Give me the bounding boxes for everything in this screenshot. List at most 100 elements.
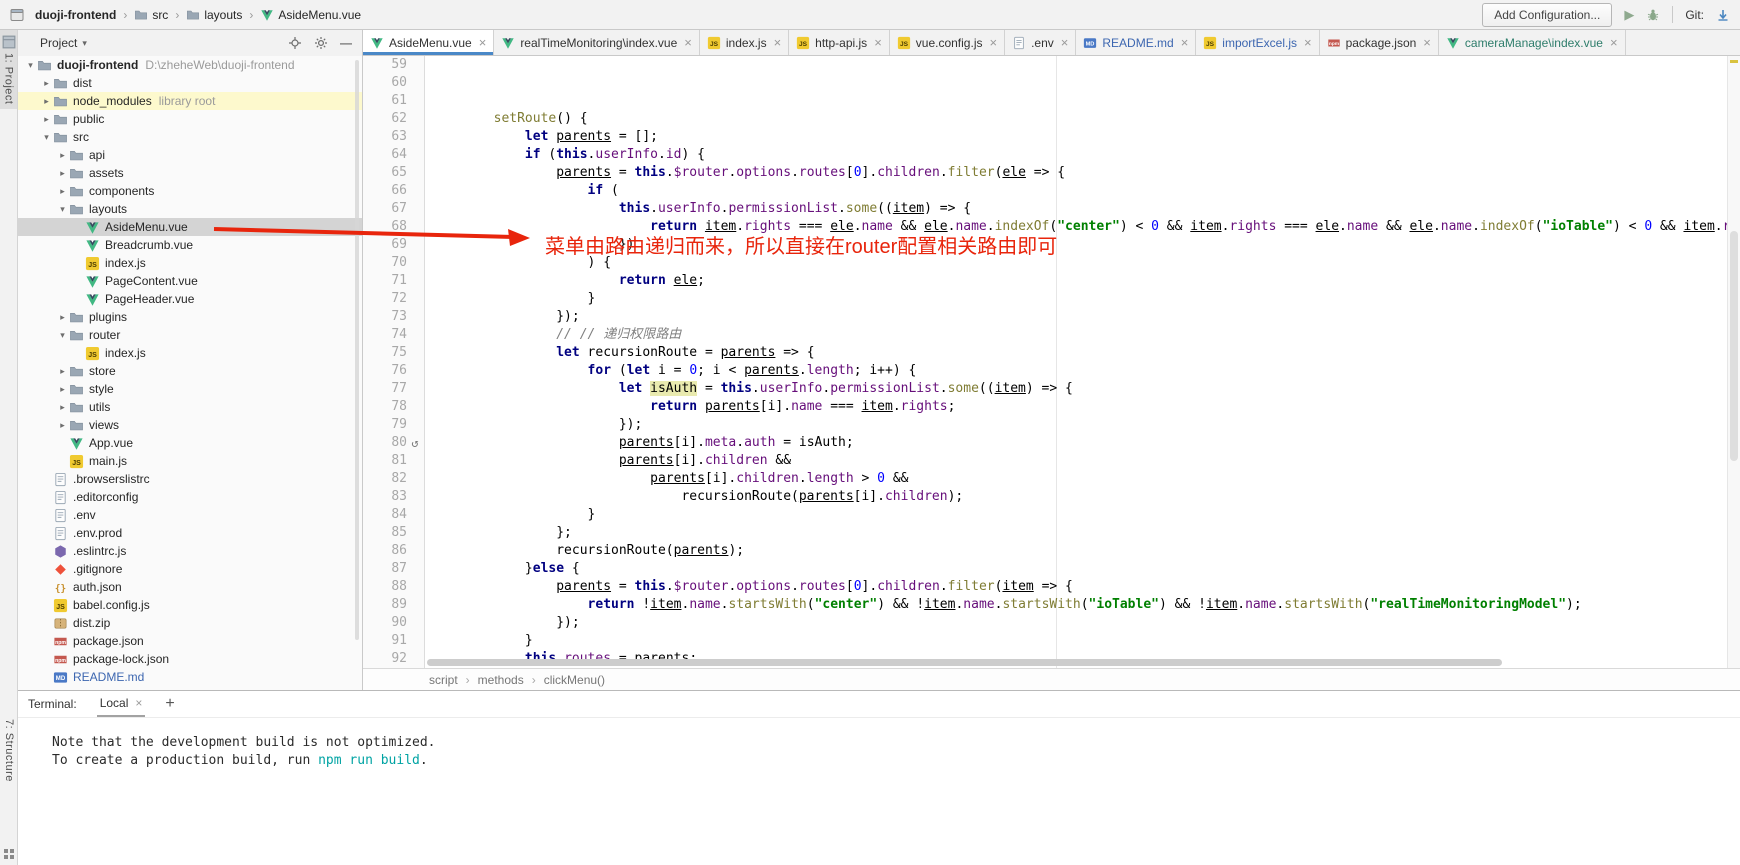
tree-item-node_modules[interactable]: ▸node_moduleslibrary root — [18, 92, 362, 110]
code-line[interactable]: }); — [431, 416, 1740, 434]
line-number[interactable]: 86 — [377, 542, 407, 560]
close-icon[interactable]: × — [1061, 35, 1069, 50]
tab-vue.config.js[interactable]: JSvue.config.js× — [890, 30, 1005, 55]
gutter-line[interactable]: 68 — [363, 218, 424, 236]
tab-realTimeMonitoring\index.vue[interactable]: realTimeMonitoring\index.vue× — [494, 30, 700, 55]
gutter-line[interactable]: 69 — [363, 236, 424, 254]
close-icon[interactable]: × — [1181, 35, 1189, 50]
chevron-collapsed-icon[interactable]: ▸ — [56, 420, 69, 431]
new-terminal-icon[interactable]: + — [165, 696, 174, 712]
code-line[interactable]: return parents[i].name === item.rights; — [431, 398, 1740, 416]
gutter-line[interactable]: 73 — [363, 308, 424, 326]
code-line[interactable]: if ( — [431, 182, 1740, 200]
close-icon[interactable]: × — [684, 35, 692, 50]
tree-item-.gitignore[interactable]: .gitignore — [18, 560, 362, 578]
horizontal-scrollbar[interactable] — [427, 659, 1502, 666]
tab-index.js[interactable]: JSindex.js× — [700, 30, 789, 55]
breadcrumb-item[interactable]: methods — [478, 673, 524, 687]
gutter-line[interactable]: 85 — [363, 524, 424, 542]
tree-item-PageContent.vue[interactable]: PageContent.vue — [18, 272, 362, 290]
code-line[interactable]: setRoute() { — [431, 110, 1740, 128]
line-number[interactable]: 70 — [377, 254, 407, 272]
gutter-line[interactable]: 83 — [363, 488, 424, 506]
code-line[interactable]: this.userInfo.permissionList.some((item)… — [431, 200, 1740, 218]
chevron-down-icon[interactable]: ▾ — [82, 38, 87, 49]
tree-item-.env[interactable]: .env — [18, 506, 362, 524]
tree-item-api[interactable]: ▸api — [18, 146, 362, 164]
tab-cameraManage\index.vue[interactable]: cameraManage\index.vue× — [1439, 30, 1626, 55]
chevron-collapsed-icon[interactable]: ▸ — [40, 78, 53, 89]
tab-AsideMenu.vue[interactable]: AsideMenu.vue× — [363, 30, 494, 55]
tree-item-package-lock.json[interactable]: npmpackage-lock.json — [18, 650, 362, 668]
tab-http-api.js[interactable]: JShttp-api.js× — [789, 30, 890, 55]
breadcrumb-item[interactable]: layouts — [183, 6, 245, 24]
tree-item-store[interactable]: ▸store — [18, 362, 362, 380]
tree-item-.eslintrc.js[interactable]: .eslintrc.js — [18, 542, 362, 560]
code-line[interactable]: let isAuth = this.userInfo.permissionLis… — [431, 380, 1740, 398]
tree-item-Breadcrumb.vue[interactable]: Breadcrumb.vue — [18, 236, 362, 254]
gutter[interactable]: 5960616263646566676869707172737475767778… — [363, 56, 425, 668]
code-line[interactable]: }else { — [431, 560, 1740, 578]
scrollbar-thumb[interactable] — [1730, 231, 1738, 461]
window-icon[interactable] — [10, 8, 24, 22]
gutter-line[interactable]: 62 — [363, 110, 424, 128]
line-number[interactable]: 71 — [377, 272, 407, 290]
close-icon[interactable]: × — [874, 35, 882, 50]
tree-item-index.js[interactable]: JSindex.js — [18, 254, 362, 272]
gutter-line[interactable]: 80↺ — [363, 434, 424, 452]
gutter-line[interactable]: 65 — [363, 164, 424, 182]
chevron-collapsed-icon[interactable]: ▸ — [40, 114, 53, 125]
line-number[interactable]: 87 — [377, 560, 407, 578]
gutter-line[interactable]: 77 — [363, 380, 424, 398]
tree-item-dist[interactable]: ▸dist — [18, 74, 362, 92]
code-line[interactable]: parents[i].meta.auth = isAuth; — [431, 434, 1740, 452]
gutter-line[interactable]: 86 — [363, 542, 424, 560]
code-line[interactable]: parents = this.$router.options.routes[0]… — [431, 164, 1740, 182]
tree-item-AsideMenu.vue[interactable]: AsideMenu.vue — [18, 218, 362, 236]
line-number[interactable]: 66 — [377, 182, 407, 200]
code-line[interactable]: parents[i].children.length > 0 && — [431, 470, 1740, 488]
line-number[interactable]: 89 — [377, 596, 407, 614]
line-number[interactable]: 83 — [377, 488, 407, 506]
line-number[interactable]: 73 — [377, 308, 407, 326]
project-scrollbar[interactable] — [355, 60, 359, 640]
line-number[interactable]: 62 — [377, 110, 407, 128]
tree-item-.browserslistrc[interactable]: .browserslistrc — [18, 470, 362, 488]
chevron-collapsed-icon[interactable]: ▸ — [56, 384, 69, 395]
close-icon[interactable]: × — [989, 35, 997, 50]
debug-icon[interactable] — [1646, 8, 1660, 22]
warning-stripe-mark[interactable] — [1730, 60, 1738, 63]
tab-importExcel.js[interactable]: JSimportExcel.js× — [1196, 30, 1319, 55]
gutter-line[interactable]: 60 — [363, 74, 424, 92]
gutter-line[interactable]: 91 — [363, 632, 424, 650]
chevron-expanded-icon[interactable]: ▾ — [40, 132, 53, 143]
close-icon[interactable]: × — [1423, 35, 1431, 50]
tree-item-public[interactable]: ▸public — [18, 110, 362, 128]
tree-item-components[interactable]: ▸components — [18, 182, 362, 200]
line-number[interactable]: 59 — [377, 56, 407, 74]
tool-button-project[interactable]: 1: Project — [0, 30, 17, 109]
gutter-line[interactable]: 89 — [363, 596, 424, 614]
gutter-line[interactable]: 67 — [363, 200, 424, 218]
breadcrumb-item[interactable]: duoji-frontend — [32, 6, 119, 24]
gutter-line[interactable]: 78 — [363, 398, 424, 416]
tree-item-package.json[interactable]: npmpackage.json — [18, 632, 362, 650]
line-number[interactable]: 79 — [377, 416, 407, 434]
chevron-collapsed-icon[interactable]: ▸ — [56, 150, 69, 161]
chevron-collapsed-icon[interactable]: ▸ — [40, 96, 53, 107]
tree-item-main.js[interactable]: JSmain.js — [18, 452, 362, 470]
chevron-expanded-icon[interactable]: ▾ — [24, 60, 37, 71]
code-line[interactable]: }) — [431, 236, 1740, 254]
tree-item-babel.config.js[interactable]: JSbabel.config.js — [18, 596, 362, 614]
tab-package.json[interactable]: npmpackage.json× — [1320, 30, 1439, 55]
gutter-line[interactable]: 81 — [363, 452, 424, 470]
gutter-line[interactable]: 92 — [363, 650, 424, 668]
gutter-line[interactable]: 66 — [363, 182, 424, 200]
line-number[interactable]: 78 — [377, 398, 407, 416]
hide-panel-icon[interactable]: — — [340, 36, 354, 50]
code-line[interactable]: ) { — [431, 254, 1740, 272]
code-line[interactable]: for (let i = 0; i < parents.length; i++)… — [431, 362, 1740, 380]
line-number[interactable]: 82 — [377, 470, 407, 488]
code-line[interactable]: return ele; — [431, 272, 1740, 290]
breadcrumb-item[interactable]: AsideMenu.vue — [257, 6, 364, 24]
